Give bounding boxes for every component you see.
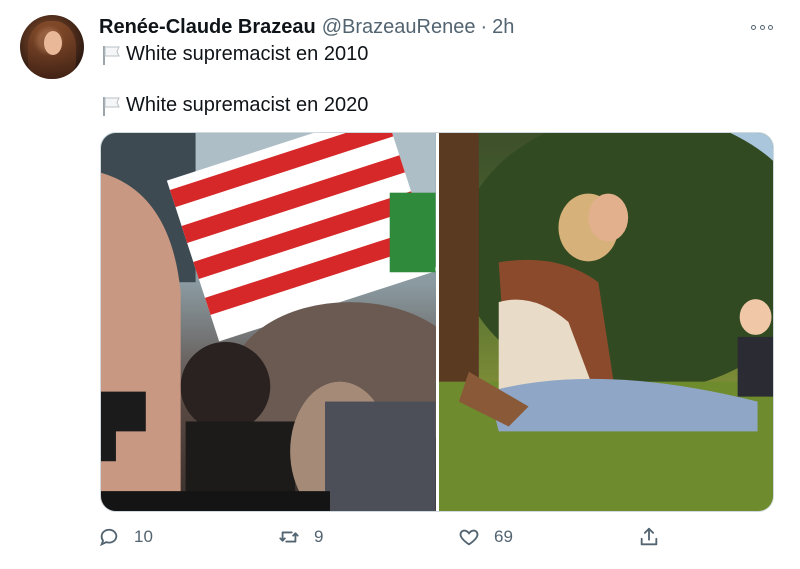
reply-button[interactable]: 10 <box>98 526 153 548</box>
retweet-button[interactable]: 9 <box>278 526 323 548</box>
share-button[interactable] <box>638 526 674 548</box>
like-count: 69 <box>494 527 513 546</box>
avatar[interactable] <box>20 15 84 79</box>
tweet-header: Renée-Claude Brazeau @BrazeauRenee · 2h <box>99 16 514 39</box>
more-icon[interactable] <box>751 22 773 32</box>
share-icon <box>640 527 658 546</box>
white-flag-icon <box>103 45 120 65</box>
author-handle[interactable]: @BrazeauRenee <box>322 16 476 39</box>
author-name[interactable]: Renée-Claude Brazeau <box>99 16 316 39</box>
separator-dot: · <box>480 16 488 38</box>
like-icon <box>459 529 479 546</box>
reply-count: 10 <box>134 527 153 546</box>
tweet-text-line: White supremacist en 2010 <box>100 43 368 66</box>
like-button[interactable]: 69 <box>458 526 513 548</box>
photo-family[interactable] <box>438 133 773 511</box>
tweet-text-line: White supremacist en 2020 <box>100 94 368 117</box>
reply-icon <box>100 528 118 547</box>
tweet-text: White supremacist en 2010 <box>126 43 369 65</box>
tweet-text: White supremacist en 2020 <box>126 94 369 116</box>
tweet[interactable]: Renée-Claude Brazeau @BrazeauRenee · 2h … <box>0 0 800 569</box>
retweet-count: 9 <box>314 527 324 546</box>
photo-rally[interactable] <box>101 133 436 511</box>
retweet-icon <box>279 531 299 543</box>
white-flag-icon <box>103 96 120 116</box>
action-bar: 10 9 69 <box>98 526 668 554</box>
media-grid <box>100 132 774 512</box>
timestamp[interactable]: 2h <box>492 16 514 39</box>
